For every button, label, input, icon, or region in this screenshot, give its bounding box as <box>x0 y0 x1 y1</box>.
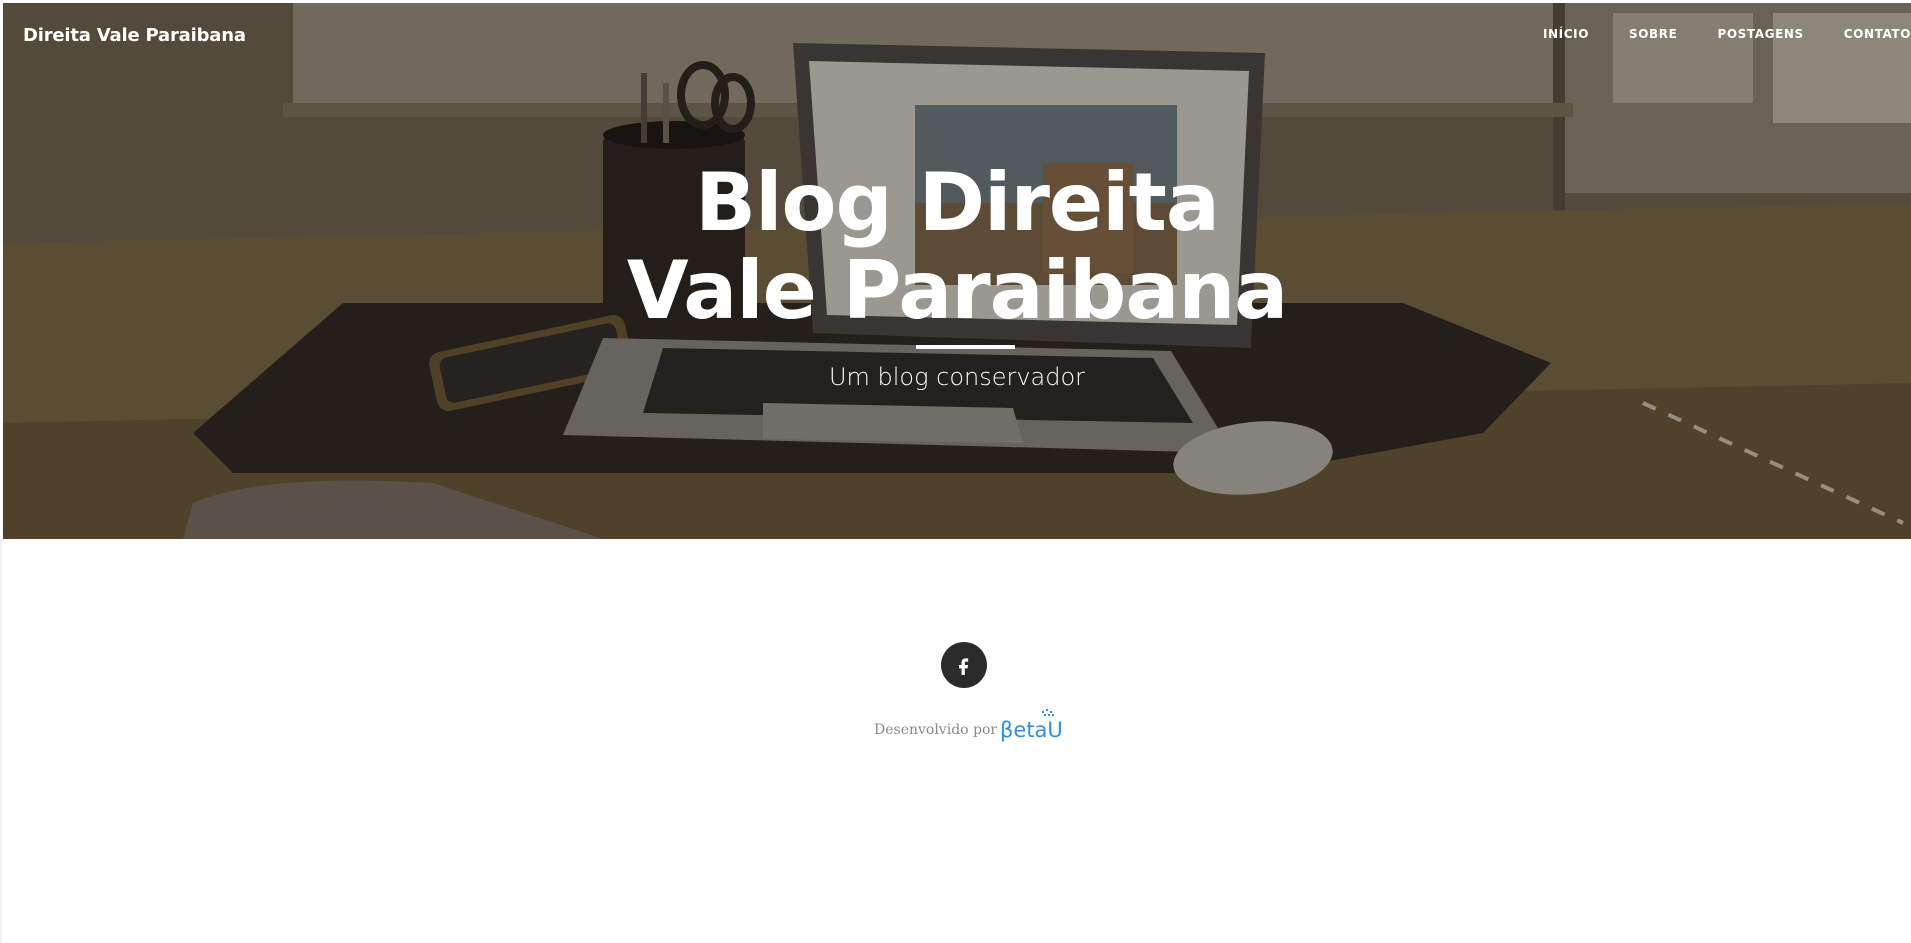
hero-subtitle: Um blog conservador <box>828 363 1086 391</box>
nav-item-inicio[interactable]: INÍCIO <box>1543 27 1589 41</box>
footer-credit: Desenvolvido por βetaUp <box>874 709 1076 749</box>
hero-title-wrap: Blog Direita Vale Paraibana <box>3 159 1911 335</box>
nav-item-sobre[interactable]: SOBRE <box>1629 27 1677 41</box>
facebook-button[interactable] <box>941 642 987 688</box>
hero-title: Blog Direita Vale Paraibana <box>626 156 1289 337</box>
nav-item-postagens[interactable]: POSTAGENS <box>1717 27 1803 41</box>
betaup-logo: βetaUp <box>1000 709 1076 742</box>
facebook-icon <box>959 658 969 675</box>
top-nav: INÍCIO SOBRE POSTAGENS CONTATO <box>1503 27 1911 41</box>
page-edge-divider <box>0 539 2 943</box>
betaup-logo-text: βetaUp <box>1000 718 1064 742</box>
brand-link[interactable]: Direita Vale Paraibana <box>23 25 246 46</box>
credit-text: Desenvolvido por <box>874 722 998 738</box>
hero-divider <box>916 345 1015 349</box>
hero-header: Direita Vale Paraibana INÍCIO SOBRE POST… <box>3 3 1911 539</box>
betaup-logo-link[interactable]: βetaUp <box>1000 709 1076 749</box>
nav-item-contato[interactable]: CONTATO <box>1844 27 1911 41</box>
